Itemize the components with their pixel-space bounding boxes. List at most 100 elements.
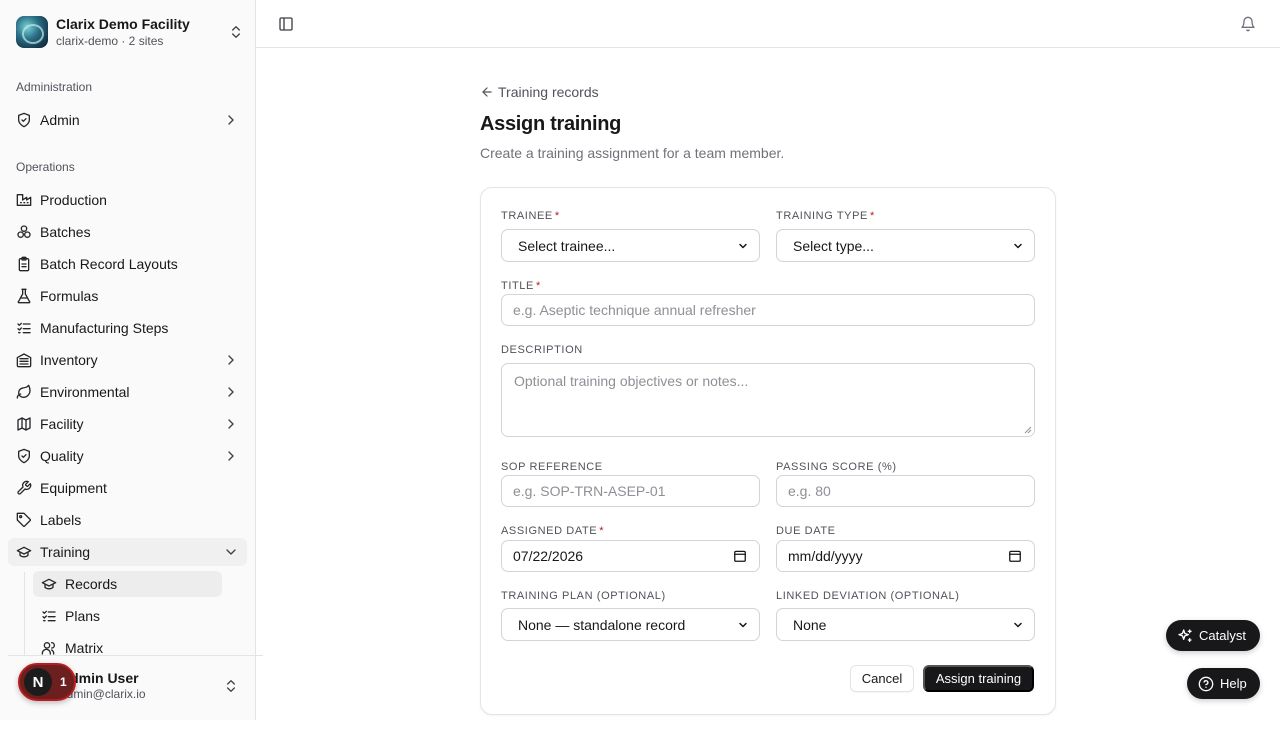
shield-icon [18,112,30,128]
org-name: Clarix Demo Facility [56,15,190,32]
cancel-button[interactable]: Cancel [850,665,914,692]
badge-letter: N [24,668,52,696]
due-date-label: DUE DATE [776,525,836,537]
dev-tools-badge[interactable]: N 1 [18,663,76,701]
trainee-label: TRAINEE * [501,210,560,222]
sidebar-item-inventory[interactable]: Inventory [8,346,247,374]
sidebar-subitem-label: Matrix [65,640,104,656]
sidebar-item-label: Batch Record Layouts [40,256,178,272]
sidebar-item-labels[interactable]: Labels [8,506,247,534]
trainee-select[interactable]: Select trainee... [501,229,760,262]
org-switcher[interactable]: Clarix Demo Facility clarix-demo · 2 sit… [16,15,244,49]
sidebar-item-manufacturing-steps[interactable]: Manufacturing Steps [8,314,247,342]
factory-icon [16,194,32,206]
sidebar-subitem-label: Plans [65,608,101,624]
page-subtitle: Create a training assignment for a team … [480,145,785,161]
user-name: Admin User [60,670,139,687]
sidebar-item-label: Facility [40,416,84,432]
sidebar-item-label: Formulas [40,288,99,304]
training-type-select[interactable]: Select type... [776,229,1035,262]
due-date-input[interactable]: mm/dd/yyyy [776,540,1035,572]
chevron-right-icon [228,419,234,429]
sidebar-subitem-matrix[interactable]: Matrix [33,635,222,661]
sop-reference-label: SOP REFERENCE [501,461,603,473]
boxes-icon [17,225,31,238]
user-email: admin@clarix.io [60,687,146,702]
graduation-cap-icon [41,578,57,590]
top-bar [256,0,1280,48]
sidebar: Clarix Demo Facility clarix-demo · 2 sit… [0,0,263,720]
sidebar-toggle-icon[interactable] [278,16,294,32]
sidebar-item-equipment[interactable]: Equipment [8,474,247,502]
sidebar-subitem-plans[interactable]: Plans [33,603,222,629]
sidebar-item-batch-record-layouts[interactable]: Batch Record Layouts [8,250,247,278]
warehouse-icon [16,353,32,368]
sidebar-item-formulas[interactable]: Formulas [8,282,247,310]
sidebar-item-label: Inventory [40,352,98,368]
tag-icon [16,512,32,528]
back-link[interactable]: Training records [480,84,599,100]
org-subtitle: clarix-demo · 2 sites [56,33,164,48]
sidebar-item-label: Equipment [40,480,107,496]
linked-deviation-label: LINKED DEVIATION (OPTIONAL) [776,590,960,602]
list-checks-icon [42,610,56,622]
badge-count: 1 [60,675,67,689]
submenu-line [24,572,25,656]
sidebar-item-label: Training [40,544,91,560]
resize-grip-icon[interactable] [1024,426,1032,434]
assigned-date-label: ASSIGNED DATE * [501,525,605,537]
map-icon [17,417,31,431]
sidebar-divider [8,655,263,656]
sparkles-icon [1178,628,1192,642]
description-textarea[interactable]: Optional training objectives or notes... [501,363,1035,437]
passing-score-label: PASSING SCORE (%) [776,461,897,473]
training-plan-label: TRAINING PLAN (OPTIONAL) [501,590,666,602]
training-plan-select[interactable]: None — standalone record [501,608,760,641]
sidebar-item-batches[interactable]: Batches [8,218,247,246]
linked-deviation-select[interactable]: None [776,608,1035,641]
calendar-icon[interactable] [733,549,747,563]
catalyst-label: Catalyst [1199,628,1246,643]
sidebar-item-facility[interactable]: Facility [8,410,247,438]
sidebar-item-training[interactable]: Training [8,538,247,566]
group-label-administration: Administration [16,80,93,94]
sidebar-subitem-records[interactable]: Records [33,571,222,597]
graduation-cap-icon [16,546,32,558]
sidebar-item-label: Environmental [40,384,130,400]
wrench-icon [17,480,32,495]
sop-reference-input[interactable]: e.g. SOP-TRN-ASEP-01 [501,475,760,507]
chevron-right-icon [228,451,234,461]
chevrons-up-down-icon [232,26,240,38]
chevron-right-icon [228,355,234,365]
assign-training-button[interactable]: Assign training [923,665,1034,692]
sidebar-item-label: Admin [40,112,80,128]
sidebar-item-environmental[interactable]: Environmental [8,378,247,406]
sidebar-item-admin[interactable]: Admin [8,106,247,134]
bell-icon[interactable] [1240,16,1256,32]
sidebar-item-production[interactable]: Production [8,186,247,214]
sidebar-item-label: Batches [40,224,91,240]
sidebar-item-quality[interactable]: Quality [8,442,247,470]
group-label-operations: Operations [16,160,75,174]
catalyst-button[interactable]: Catalyst [1166,620,1260,651]
list-checks-icon [17,322,31,334]
flask-icon [17,288,31,304]
chevron-down-icon [739,243,747,248]
org-logo [16,16,48,48]
chevrons-up-down-icon [227,680,235,692]
calendar-icon[interactable] [1008,549,1022,563]
arrow-left-icon [482,87,492,97]
chevron-down-icon [739,622,747,627]
assigned-date-input[interactable]: 07/22/2026 [501,540,760,572]
chevron-right-icon [228,387,234,397]
users-icon [41,642,55,655]
sidebar-item-label: Labels [40,512,82,528]
help-button[interactable]: Help [1187,668,1260,699]
sidebar-subitem-label: Records [65,576,118,592]
title-input[interactable]: e.g. Aseptic technique annual refresher [501,294,1035,326]
help-circle-icon [1198,676,1214,691]
passing-score-input[interactable]: e.g. 80 [776,475,1035,507]
description-label: DESCRIPTION [501,344,583,356]
title-label: TITLE * [501,280,541,292]
chevron-down-icon [1014,622,1022,627]
